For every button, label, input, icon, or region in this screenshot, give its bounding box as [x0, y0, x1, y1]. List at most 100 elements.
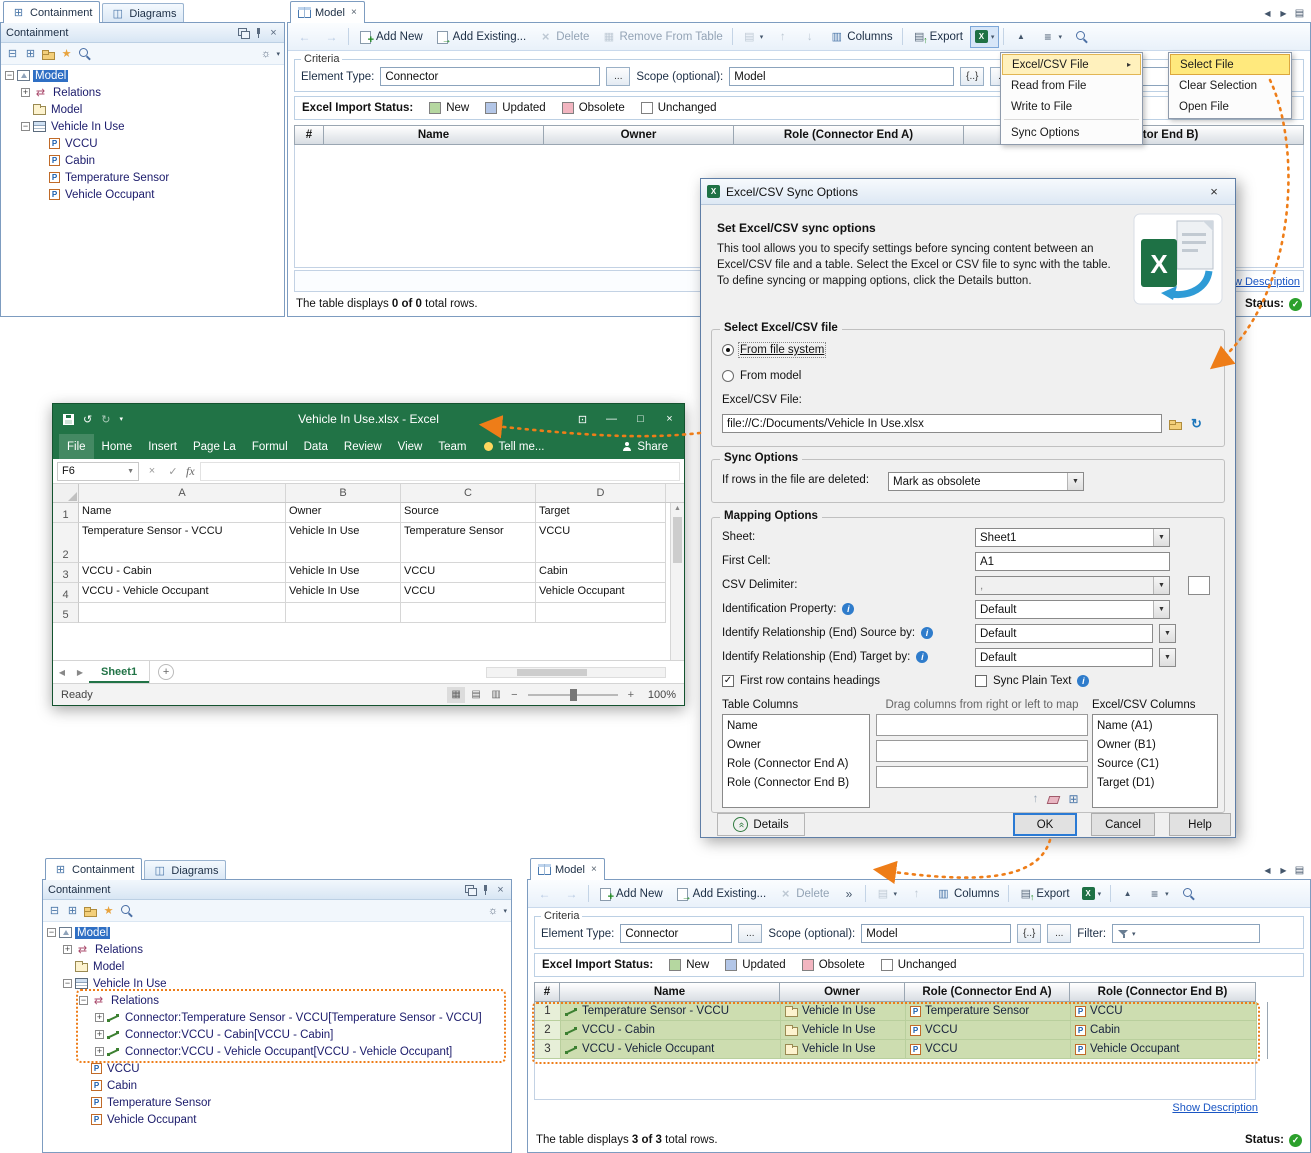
sheet-dropdown[interactable]: Sheet1▼ — [975, 528, 1170, 547]
cancel-entry-icon[interactable]: × — [144, 465, 160, 477]
from-model-radio[interactable] — [722, 370, 734, 382]
columns-button[interactable]: Columns — [931, 883, 1004, 905]
auto-map-icon[interactable] — [1066, 792, 1081, 806]
cell-a1[interactable]: Name — [79, 503, 286, 523]
columns-button[interactable]: Columns — [824, 26, 897, 48]
maximize-icon[interactable]: □ — [626, 404, 655, 434]
dialog-close-button[interactable]: × — [1199, 182, 1229, 201]
cell-c5[interactable] — [401, 603, 536, 623]
search-in-table-button[interactable] — [1069, 26, 1094, 48]
horizontal-scrollbar[interactable] — [486, 667, 666, 678]
pin-icon[interactable] — [251, 26, 266, 40]
table-row[interactable]: 3VCCU - Vehicle OccupantVehicle In UseVC… — [535, 1040, 1267, 1059]
column-header-owner[interactable]: Owner — [544, 125, 734, 145]
options-icon[interactable] — [485, 904, 500, 918]
name-box[interactable]: F6▼ — [57, 462, 139, 481]
dialog-titlebar[interactable]: Excel/CSV Sync Options × — [701, 179, 1235, 205]
tree-item-vehicle-occupant[interactable]: Vehicle Occupant — [43, 1111, 511, 1128]
collapse-criteria-button[interactable] — [1115, 883, 1140, 905]
tree-item-vehicle-occupant[interactable]: Vehicle Occupant — [1, 186, 284, 203]
ribbon-tab-team[interactable]: Team — [430, 434, 474, 459]
ribbon-tab-formul[interactable]: Formul — [244, 434, 296, 459]
add-new-button[interactable]: Add New — [593, 883, 668, 905]
mapping-slot-2[interactable] — [876, 740, 1088, 762]
export-button[interactable]: Export — [907, 26, 968, 48]
tree-item-relations[interactable]: −Relations — [43, 992, 511, 1009]
info-icon[interactable] — [916, 651, 928, 663]
tab-list-icon[interactable] — [1292, 6, 1307, 20]
expand-all-icon[interactable] — [23, 47, 38, 61]
help-button[interactable]: Help — [1169, 813, 1231, 836]
cell-a5[interactable] — [79, 603, 286, 623]
add-existing-button[interactable]: Add Existing... — [670, 883, 772, 905]
tab-scroll-right-icon[interactable] — [1276, 863, 1291, 877]
column-header-role-connector-end-a[interactable]: Role (Connector End A) — [734, 125, 964, 145]
tab-scroll-left-icon[interactable] — [1260, 6, 1275, 20]
tree-expander-icon[interactable]: − — [21, 122, 30, 131]
element-type-field[interactable]: Connector — [620, 924, 732, 943]
cell-b3[interactable]: Vehicle In Use — [286, 563, 401, 583]
column-header-num[interactable]: # — [294, 125, 324, 145]
favorites-icon[interactable] — [101, 904, 116, 918]
ribbon-tab-review[interactable]: Review — [336, 434, 390, 459]
tree-expander-icon[interactable]: + — [21, 88, 30, 97]
add-sheet-icon[interactable]: + — [158, 664, 174, 680]
redo-icon[interactable]: ↻ — [101, 413, 110, 426]
tree-item-temperature-sensor[interactable]: Temperature Sensor — [43, 1094, 511, 1111]
identification-property-dropdown[interactable]: Default▼ — [975, 600, 1170, 619]
tab-list-icon[interactable] — [1292, 863, 1307, 877]
target-by-dropdown-button[interactable]: ▼ — [1159, 648, 1176, 667]
view-options-button[interactable]: ▾ — [1142, 883, 1174, 905]
search-in-table-button[interactable] — [1176, 883, 1201, 905]
normal-view-icon[interactable]: ▦ — [447, 687, 465, 703]
source-by-dropdown-button[interactable]: ▼ — [1159, 624, 1176, 643]
row-header-5[interactable]: 5 — [53, 603, 79, 623]
collapse-all-icon[interactable] — [5, 47, 20, 61]
tree-item-connector-temperature-sensor-vccu-temperature-sensor-vccu[interactable]: +Connector:Temperature Sensor - VCCU[Tem… — [43, 1009, 511, 1026]
zoom-level[interactable]: 100% — [640, 689, 676, 701]
scope-menu-button[interactable]: {..} — [1017, 924, 1041, 943]
cell-a2[interactable]: Temperature Sensor - VCCU — [79, 523, 286, 563]
customize-qat-icon[interactable]: ▾ — [119, 415, 123, 423]
ribbon-tab-data[interactable]: Data — [296, 434, 336, 459]
cell-d2[interactable]: VCCU — [536, 523, 666, 563]
from-model-option[interactable]: From model — [722, 370, 801, 382]
cell-c2[interactable]: Temperature Sensor — [401, 523, 536, 563]
tab-scroll-left-icon[interactable] — [1260, 863, 1275, 877]
from-file-system-option[interactable]: From file system — [722, 344, 824, 356]
column-header-name[interactable]: Name — [560, 982, 780, 1002]
cell-d3[interactable]: Cabin — [536, 563, 666, 583]
ribbon-tab-home[interactable]: Home — [94, 434, 141, 459]
list-item[interactable]: Name (A1) — [1094, 716, 1216, 735]
formula-input[interactable] — [200, 462, 680, 481]
tree-item-temperature-sensor[interactable]: Temperature Sensor — [1, 169, 284, 186]
options-icon[interactable] — [258, 47, 273, 61]
close-sm-icon[interactable] — [266, 26, 281, 40]
minimize-icon[interactable]: — — [597, 404, 626, 434]
sync-plain-text-checkbox[interactable] — [975, 675, 987, 687]
column-header-role-connector-end-a[interactable]: Role (Connector End A) — [905, 982, 1070, 1002]
column-header-b[interactable]: B — [286, 484, 401, 502]
menu-item-open-file[interactable]: Open File — [1170, 96, 1290, 117]
open-element-icon[interactable] — [41, 47, 56, 61]
element-type-browse-button[interactable]: ... — [606, 67, 630, 86]
column-header-name[interactable]: Name — [324, 125, 544, 145]
list-item[interactable]: Role (Connector End A) — [724, 754, 868, 773]
close-icon[interactable]: × — [655, 404, 684, 434]
tab-containment[interactable]: Containment — [3, 1, 100, 23]
list-item[interactable]: Role (Connector End B) — [724, 773, 868, 792]
tree-expander-icon[interactable]: + — [95, 1013, 104, 1022]
tree-item-model[interactable]: −Model — [1, 67, 284, 84]
cell-d5[interactable] — [536, 603, 666, 623]
tree-item-vehicle-in-use[interactable]: −Vehicle In Use — [43, 975, 511, 992]
open-element-icon[interactable] — [83, 904, 98, 918]
table-row[interactable]: 2VCCU - CabinVehicle In UseVCCUCabin — [535, 1021, 1267, 1040]
view-options-button[interactable]: ▾ — [1035, 26, 1067, 48]
options-dropdown-icon[interactable]: ▾ — [276, 50, 280, 58]
row-header-1[interactable]: 1 — [53, 503, 79, 523]
tree-expander-icon[interactable]: − — [47, 928, 56, 937]
menu-item-sync-options[interactable]: Sync Options — [1002, 122, 1141, 143]
pin-icon[interactable] — [478, 883, 493, 897]
refresh-file-icon[interactable] — [1189, 417, 1204, 431]
collapse-criteria-button[interactable] — [1008, 26, 1033, 48]
